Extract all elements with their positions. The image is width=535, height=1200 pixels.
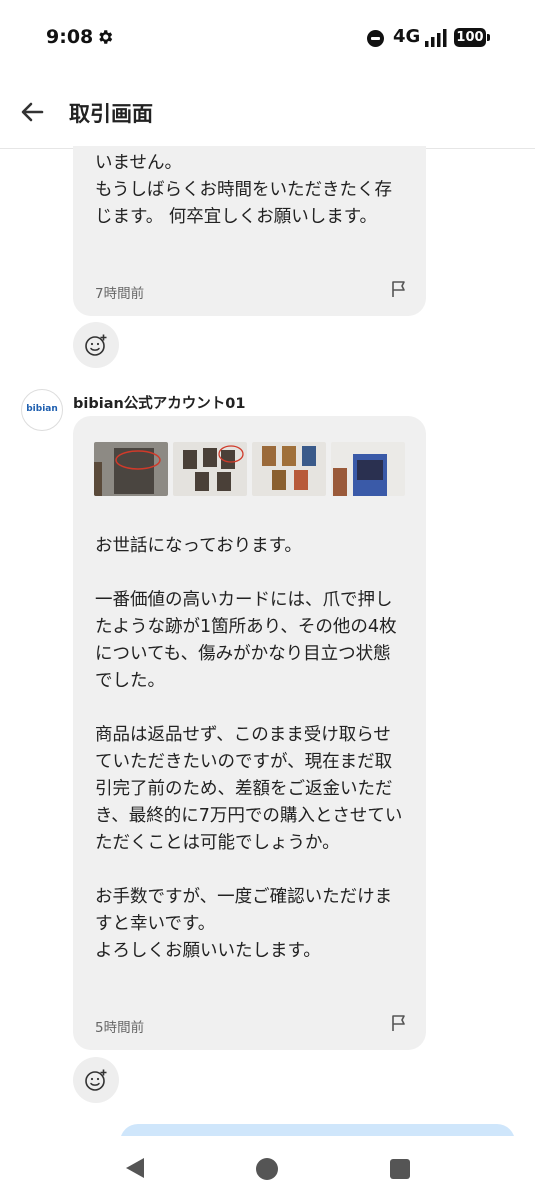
message-text: いません。 もうしばらくお時間をいただきたく存じます。 何卒宜しくお願いします。: [95, 153, 392, 227]
image-thumbnail[interactable]: [173, 442, 247, 496]
network-type: 4G: [393, 26, 421, 47]
page-title: 取引画面: [69, 102, 153, 126]
status-bar: 9:08 4G 100: [0, 0, 535, 76]
avatar[interactable]: bibian: [21, 389, 63, 431]
message-timestamp: 7時間前: [95, 286, 145, 302]
nav-back-icon[interactable]: [124, 1156, 146, 1180]
nav-home-icon[interactable]: [256, 1158, 278, 1180]
avatar-logo: bibian: [26, 404, 58, 414]
system-nav-bar: [0, 1136, 535, 1200]
gear-icon: [99, 30, 113, 44]
message-timestamp: 5時間前: [95, 1020, 145, 1036]
add-reaction-button[interactable]: [73, 322, 119, 368]
message-bubble: お世話になっております。 一番価値の高いカードには、爪で押したような跡が1箇所あ…: [73, 416, 426, 1050]
flag-icon[interactable]: [390, 1014, 408, 1032]
do-not-disturb-icon: [367, 30, 384, 47]
message-bubble: いません。 もうしばらくお時間をいただきたく存じます。 何卒宜しくお願いします。…: [73, 146, 426, 316]
back-arrow-icon[interactable]: [16, 96, 48, 128]
signal-icon: [425, 29, 447, 47]
emoji-add-icon: [85, 334, 107, 356]
emoji-add-icon: [85, 1069, 107, 1091]
message-text: お世話になっております。 一番価値の高いカードには、爪で押したような跡が1箇所あ…: [95, 536, 403, 961]
image-thumbnail[interactable]: [94, 442, 168, 496]
battery-icon: 100: [454, 28, 490, 47]
flag-icon[interactable]: [390, 280, 408, 298]
image-thumbnail[interactable]: [331, 442, 405, 496]
app-header: 取引画面: [0, 76, 535, 149]
status-time: 9:08: [46, 26, 94, 48]
sender-name: bibian公式アカウント01: [73, 396, 246, 412]
image-thumbnail[interactable]: [252, 442, 326, 496]
nav-recents-icon[interactable]: [390, 1159, 410, 1179]
add-reaction-button[interactable]: [73, 1057, 119, 1103]
